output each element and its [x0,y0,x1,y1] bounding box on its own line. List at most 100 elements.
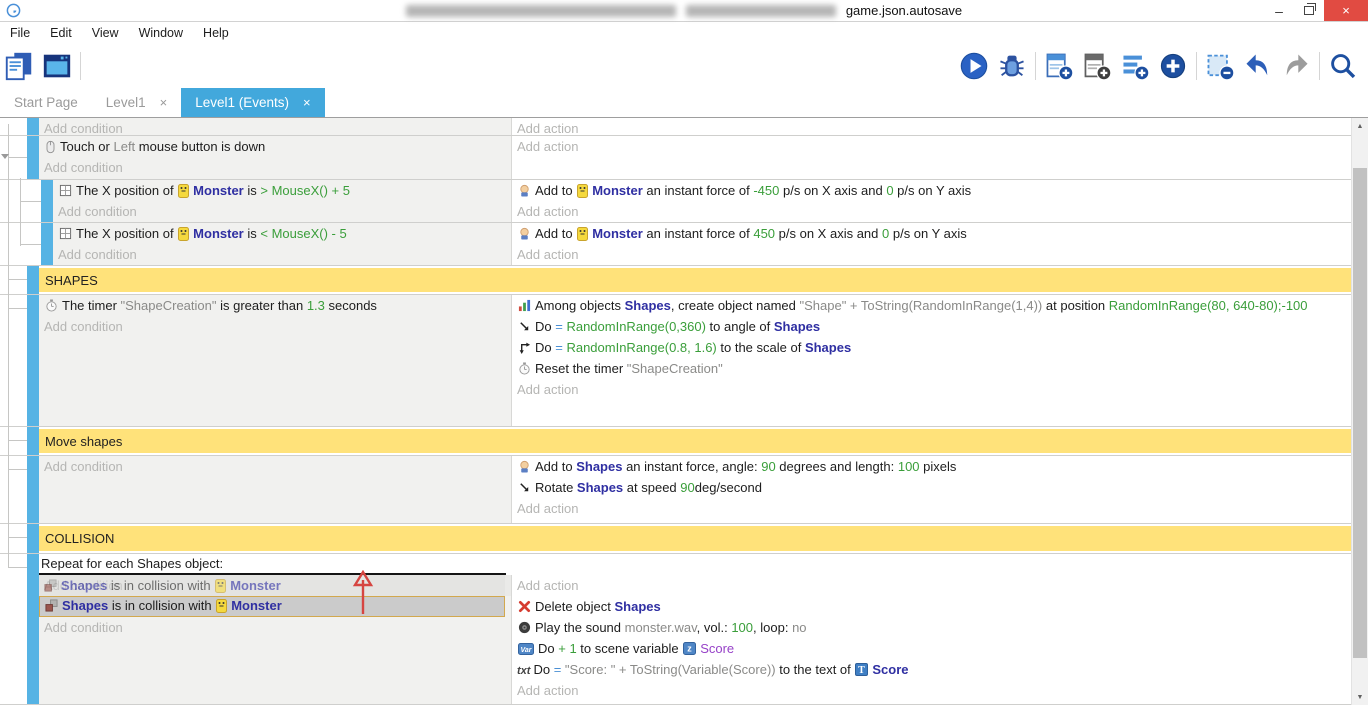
add-condition-link[interactable]: Add condition [53,244,511,265]
selected-condition-row[interactable]: Shapes is in collision with Monster [39,596,505,617]
tab-close-icon[interactable]: × [160,95,168,110]
mouse-icon [45,140,56,154]
menu-item-window[interactable]: Window [129,22,193,44]
tab-start-page[interactable]: Start Page [0,88,92,117]
comment-text[interactable]: SHAPES [39,268,1351,292]
undo-button[interactable] [1241,49,1275,83]
event-selection-bar[interactable] [27,118,39,135]
condition-cell[interactable]: The timer "ShapeCreation" is greater tha… [39,295,512,426]
event-selection-bar[interactable] [27,456,39,523]
add-action-link[interactable]: Add action [512,680,1351,701]
menu-item-file[interactable]: File [0,22,40,44]
search-button[interactable] [1326,49,1360,83]
tab-level1[interactable]: Level1 × [92,88,181,117]
condition-cell[interactable]: The X position of Monster is < MouseX() … [53,223,512,265]
add-condition-link[interactable]: Add condition [39,118,511,135]
event-selection-bar[interactable] [27,136,39,179]
action-cell[interactable]: Add to Monster an instant force of 450 p… [512,223,1351,265]
menu-item-help[interactable]: Help [193,22,239,44]
add-condition-link[interactable]: Add condition [53,201,511,222]
action-cell[interactable]: Add to Monster an instant force of -450 … [512,180,1351,222]
scene-editor-button[interactable] [40,49,74,83]
menu-item-edit[interactable]: Edit [40,22,82,44]
action-cell[interactable]: Among objects Shapes, create object name… [512,295,1351,426]
add-action-link[interactable]: Add action [512,498,1351,519]
close-button[interactable]: × [1324,0,1368,21]
comment-text[interactable]: Move shapes [39,429,1351,453]
add-other-event-button[interactable] [1156,49,1190,83]
add-condition-link[interactable]: Add condition [39,617,511,638]
scrollbar-thumb[interactable] [1353,168,1367,658]
action-play-sound[interactable]: Play the sound monster.wav, vol.: 100, l… [512,617,1351,638]
for-each-title[interactable]: Repeat for each Shapes object: [39,554,1351,573]
minimize-button[interactable]: – [1264,0,1294,21]
comment-event[interactable]: Move shapes [0,427,1351,456]
condition-cell[interactable]: The X position of Monster is > MouseX() … [53,180,512,222]
condition-x-position[interactable]: The X position of Monster is > MouseX() … [53,180,511,201]
action-cell[interactable]: Add action Delete object Shapes Play the… [512,575,1351,704]
action-add-force[interactable]: Add to Monster an instant force of -450 … [512,180,1351,201]
comment-text[interactable]: COLLISION [39,526,1351,551]
action-set-scale[interactable]: Do = RandomInRange(0.8, 1.6) to the scal… [512,337,1351,358]
add-condition-link[interactable]: Add condition [39,456,511,477]
action-increment-variable[interactable]: Do + 1 to scene variable Score [512,638,1351,659]
condition-cell[interactable]: Touch or Left mouse button is down Add c… [39,136,512,179]
run-preview-button[interactable] [957,49,991,83]
action-add-force[interactable]: Add to Monster an instant force of 450 p… [512,223,1351,244]
action-rotate[interactable]: Rotate Shapes at speed 90deg/second [512,477,1351,498]
scale-icon [518,341,531,354]
vertical-scrollbar[interactable]: ▲ ▼ [1351,118,1368,705]
drag-ghost-row: Add condition Shapes is in collision wit… [39,575,511,596]
condition-cell[interactable]: Add condition Shapes is in collision wit… [39,575,512,704]
condition-cell[interactable]: Add condition [39,118,512,135]
condition-touch-mouse[interactable]: Touch or Left mouse button is down [39,136,511,157]
action-add-force[interactable]: Add to Shapes an instant force, angle: 9… [512,456,1351,477]
event-selection-bar[interactable] [27,427,39,455]
redo-button[interactable] [1279,49,1313,83]
position-icon [59,184,72,197]
action-cell[interactable]: Add action [512,118,1351,135]
tab-level1-events[interactable]: Level1 (Events) × [181,88,324,117]
event-selection-bar[interactable] [41,180,53,222]
condition-cell[interactable]: Add condition [39,456,512,523]
action-cell[interactable]: Add to Shapes an instant force, angle: 9… [512,456,1351,523]
condition-timer[interactable]: The timer "ShapeCreation" is greater tha… [39,295,511,316]
project-manager-button[interactable] [2,49,36,83]
add-condition-link[interactable]: Add condition [39,316,511,337]
debugger-button[interactable] [995,49,1029,83]
monster-icon [178,184,189,198]
event-selection-bar[interactable] [41,223,53,265]
delete-event-button[interactable] [1203,49,1237,83]
add-action-link[interactable]: Add action [512,379,1351,400]
event-selection-bar[interactable] [27,266,39,294]
event-selection-bar[interactable] [27,554,39,704]
action-set-text[interactable]: txtDo = "Score: " + ToString(Variable(Sc… [512,659,1351,680]
action-delete-object[interactable]: Delete object Shapes [512,596,1351,617]
force-hand-icon [518,184,531,197]
condition-x-position[interactable]: The X position of Monster is < MouseX() … [53,223,511,244]
add-subevent-button[interactable] [1080,49,1114,83]
add-action-link[interactable]: Add action [512,201,1351,222]
add-comment-button[interactable] [1118,49,1152,83]
redo-icon [1281,51,1311,81]
action-reset-timer[interactable]: Reset the timer "ShapeCreation" [512,358,1351,379]
add-action-link[interactable]: Add action [512,136,1351,157]
event-selection-bar[interactable] [27,295,39,426]
maximize-button[interactable] [1294,0,1324,21]
add-action-link[interactable]: Add action [512,244,1351,265]
event-selection-bar[interactable] [27,524,39,553]
action-cell[interactable]: Add action [512,136,1351,179]
undo-icon [1243,51,1273,81]
scrollbar-down-button[interactable]: ▼ [1352,689,1368,705]
comment-event[interactable]: SHAPES [0,266,1351,295]
add-action-link[interactable]: Add action [512,118,1351,135]
action-set-angle[interactable]: Do = RandomInRange(0,360) to angle of Sh… [512,316,1351,337]
add-action-link[interactable]: Add action [512,575,1351,596]
comment-event[interactable]: COLLISION [0,524,1351,554]
tab-close-icon[interactable]: × [303,95,311,110]
action-create-object[interactable]: Among objects Shapes, create object name… [512,295,1351,316]
menu-item-view[interactable]: View [82,22,129,44]
scrollbar-up-button[interactable]: ▲ [1352,118,1368,134]
add-condition-link[interactable]: Add condition [39,157,511,178]
add-event-button[interactable] [1042,49,1076,83]
